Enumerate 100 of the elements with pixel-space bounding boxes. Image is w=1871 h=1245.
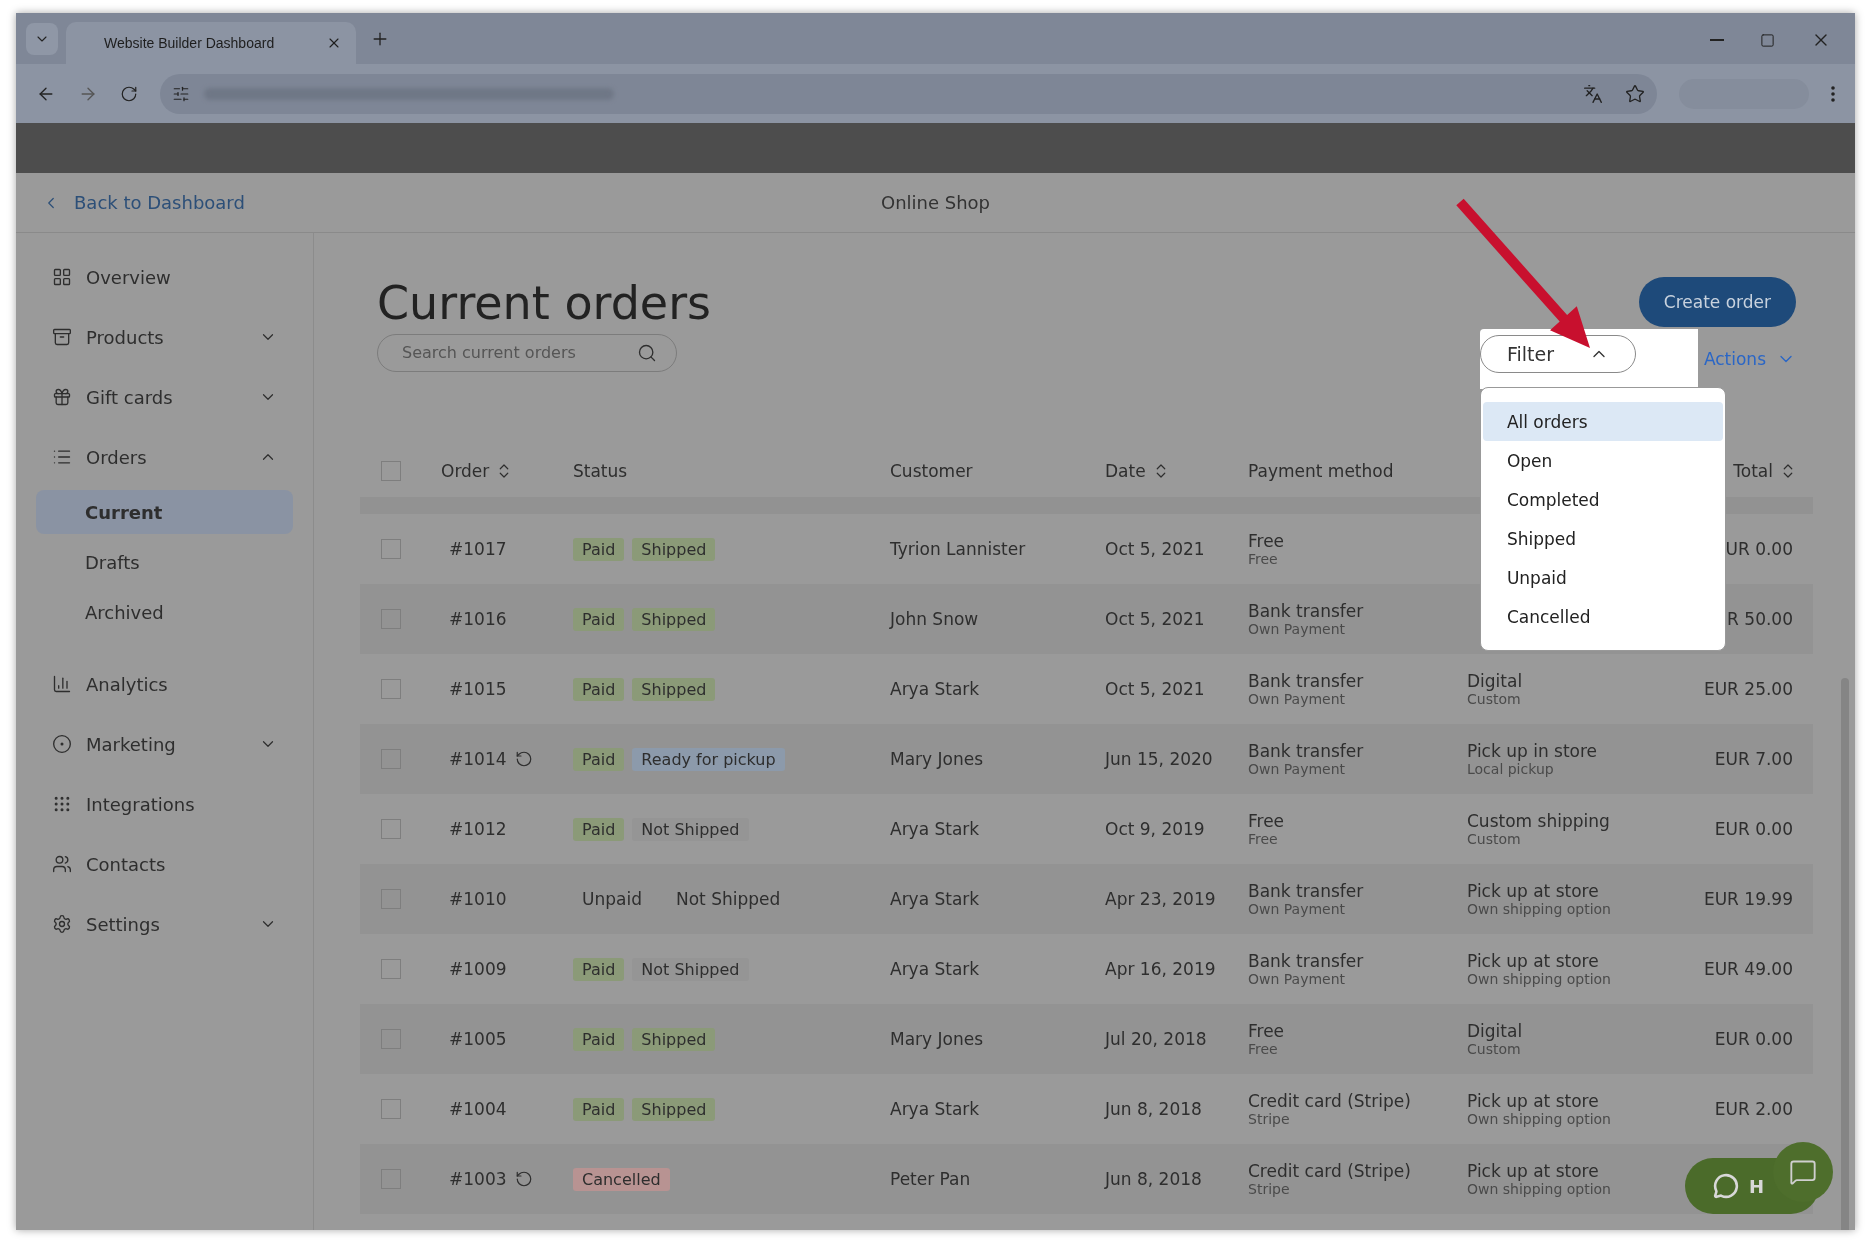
shipping-option: Own shipping option <box>1467 1111 1687 1127</box>
status-badge: Cancelled <box>573 1167 670 1191</box>
order-total: EUR 7.00 <box>1714 749 1794 769</box>
shipping-option: Custom <box>1467 691 1687 707</box>
message-icon <box>1789 1158 1817 1186</box>
shipping-option: Custom <box>1467 1041 1687 1057</box>
column-header[interactable]: Order <box>441 461 490 481</box>
order-number[interactable]: #1015 <box>449 679 507 699</box>
shipping-option: Own shipping option <box>1467 1181 1687 1197</box>
shipping-option: Custom <box>1467 831 1687 847</box>
payment-provider: Free <box>1248 831 1279 847</box>
minimize-icon[interactable] <box>1710 39 1724 41</box>
order-date: Apr 23, 2019 <box>1105 889 1217 909</box>
order-date: Jun 8, 2018 <box>1105 1099 1203 1119</box>
payment-provider: Free <box>1248 1041 1279 1057</box>
filter-option[interactable]: Shipped <box>1482 519 1723 558</box>
order-number[interactable]: #1012 <box>449 819 507 839</box>
select-all-checkbox[interactable] <box>381 461 401 481</box>
payment-method: Free <box>1248 811 1286 831</box>
payment-method: Bank transfer <box>1248 881 1365 901</box>
filter-option[interactable]: Open <box>1482 441 1723 480</box>
translate-icon <box>1583 83 1603 104</box>
column-header[interactable]: Date <box>1105 461 1146 481</box>
gift-icon <box>52 387 72 407</box>
status-badge: Not Shipped <box>632 817 749 841</box>
back-link[interactable]: Back to Dashboard <box>42 192 245 213</box>
search-icon <box>637 342 657 363</box>
status-label: Not Shipped <box>674 888 782 911</box>
order-total: EUR 25.00 <box>1703 679 1794 699</box>
order-number[interactable]: #1014 <box>449 749 507 769</box>
filter-button[interactable]: Filter <box>1479 335 1636 373</box>
column-header: Customer <box>890 461 973 481</box>
row-checkbox[interactable] <box>381 679 401 699</box>
payment-method: Bank transfer <box>1248 671 1365 691</box>
shipping-method: Pick up at store <box>1467 881 1600 901</box>
sidebar-item[interactable]: Products <box>36 307 293 367</box>
sidebar-item[interactable]: Gift cards <box>36 367 293 427</box>
tab-list-button[interactable] <box>26 23 58 55</box>
filter-option[interactable]: Unpaid <box>1482 558 1723 597</box>
row-checkbox[interactable] <box>381 959 401 979</box>
row-checkbox[interactable] <box>381 819 401 839</box>
filter-option[interactable]: Cancelled <box>1482 597 1723 636</box>
scrollbar[interactable] <box>1841 678 1849 1230</box>
order-date: Oct 5, 2021 <box>1105 609 1206 629</box>
status-badge: Shipped <box>632 677 716 701</box>
order-number[interactable]: #1017 <box>449 539 507 559</box>
payment-provider: Own Payment <box>1248 901 1347 917</box>
sidebar-subitem[interactable]: Archived <box>36 587 293 637</box>
target-icon <box>52 734 72 754</box>
payment-method: Free <box>1248 531 1286 551</box>
order-number[interactable]: #1010 <box>449 889 507 909</box>
payment-method: Credit card (Stripe) <box>1248 1161 1412 1181</box>
row-checkbox[interactable] <box>381 1099 401 1119</box>
sidebar-subitem[interactable]: Current <box>36 490 293 534</box>
create-order-button[interactable]: Create order <box>1638 277 1796 327</box>
status-badge: Paid <box>573 747 625 771</box>
shipping-option: Local pickup <box>1467 761 1687 777</box>
sidebar-item[interactable]: Analytics <box>36 654 293 714</box>
order-total: EUR 0.00 <box>1714 819 1794 839</box>
customer-name: Arya Stark <box>890 959 981 979</box>
status-label: Unpaid <box>581 888 643 911</box>
shop-title: Online Shop <box>880 192 991 213</box>
sidebar-item[interactable]: Settings <box>36 894 293 954</box>
customer-name: Mary Jones <box>890 749 985 769</box>
payment-provider: Stripe <box>1248 1111 1291 1127</box>
payment-method: Bank transfer <box>1248 741 1365 761</box>
order-number[interactable]: #1005 <box>449 1029 507 1049</box>
order-number[interactable]: #1016 <box>449 609 507 629</box>
sidebar-item[interactable]: Integrations <box>36 774 293 834</box>
sidebar-item[interactable]: Marketing <box>36 714 293 774</box>
filter-option[interactable]: All orders <box>1482 402 1723 441</box>
sidebar-item[interactable]: Orders <box>36 427 293 487</box>
order-number[interactable]: #1004 <box>449 1099 507 1119</box>
payment-provider: Free <box>1248 551 1279 567</box>
column-header[interactable]: Total <box>1733 461 1773 481</box>
customer-name: Arya Stark <box>890 889 981 909</box>
row-checkbox[interactable] <box>381 539 401 559</box>
maximize-icon <box>1760 32 1775 48</box>
sidebar-subitem[interactable]: Drafts <box>36 537 293 587</box>
customer-name: Arya Stark <box>890 679 981 699</box>
order-date: Apr 16, 2019 <box>1105 959 1217 979</box>
customer-name: Arya Stark <box>890 819 981 839</box>
order-total: EUR 19.99 <box>1703 889 1794 909</box>
status-badge: Paid <box>573 1027 625 1051</box>
order-number[interactable]: #1003 <box>449 1169 507 1189</box>
status-badge: Paid <box>573 817 625 841</box>
customer-name: Mary Jones <box>890 1029 985 1049</box>
menu-icon[interactable] <box>1831 85 1835 102</box>
sidebar-item[interactable]: Overview <box>36 247 293 307</box>
sidebar-item[interactable]: Contacts <box>36 834 293 894</box>
order-number[interactable]: #1009 <box>449 959 507 979</box>
site-settings-icon <box>172 84 190 103</box>
customer-name: Peter Pan <box>890 1169 972 1189</box>
search-field[interactable]: Search current orders <box>377 333 677 372</box>
filter-option[interactable]: Completed <box>1482 480 1723 519</box>
address-bar[interactable] <box>160 73 1657 114</box>
shipping-method: Pick up at store <box>1467 1161 1600 1181</box>
browser-tab[interactable]: Website Builder Dashboard <box>66 22 356 64</box>
status-badge: Paid <box>573 537 625 561</box>
star-icon <box>1625 83 1645 104</box>
